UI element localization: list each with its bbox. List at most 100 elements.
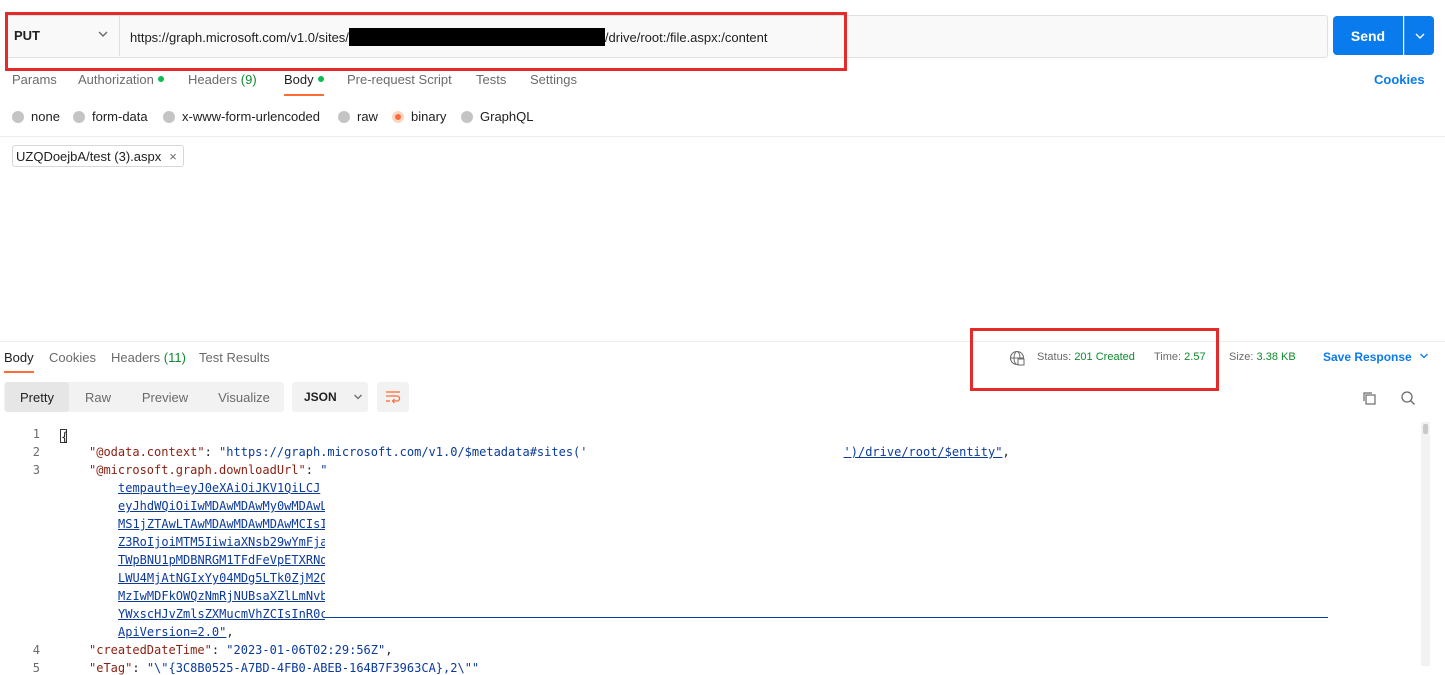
copy-icon[interactable] (1361, 390, 1377, 406)
tab-label: Authorization (78, 72, 154, 87)
json-string: "https://graph.microsoft.com/v1.0/$metad… (219, 445, 588, 459)
download-url-line[interactable]: MzIwMDFkOWQzNmRjNUBsaXZlLmNvb (118, 589, 328, 603)
code-line: { (60, 427, 69, 444)
json-string: " (320, 463, 328, 477)
radio-label: raw (357, 109, 378, 124)
download-url-line[interactable]: ApiVersion=2.0" (118, 625, 226, 639)
size-label: Size: (1229, 351, 1254, 363)
download-url-line[interactable]: MS1jZTAwLTAwMDAwMDAwMDAwMCIsI (118, 517, 328, 531)
json-link[interactable]: ')/drive/root/$entity" (844, 445, 1003, 459)
code-line: "createdDateTime": "2023-01-06T02:29:56Z… (89, 643, 393, 657)
view-raw-button[interactable]: Raw (70, 382, 126, 412)
download-url-line[interactable]: eyJhdWQiOiIwMDAwMDAwMy0wMDAwL (118, 499, 328, 513)
line-number: 3 (32, 463, 40, 477)
code-line: "@microsoft.graph.downloadUrl": " (89, 463, 328, 477)
json-string: "\"{3C8B0525-A7BD-4FB0-ABEB-164B7F3963CA… (146, 661, 480, 675)
cookies-link[interactable]: Cookies (1374, 72, 1425, 87)
status-dot (317, 76, 324, 82)
scrollbar-thumb[interactable] (1423, 424, 1428, 434)
save-response-label: Save Response (1323, 350, 1412, 364)
chevron-down-icon (1420, 353, 1429, 359)
radio-circle (12, 110, 24, 123)
format-select[interactable]: JSON (292, 382, 368, 412)
view-pretty-button[interactable]: Pretty (5, 382, 69, 412)
divider (0, 136, 1445, 137)
download-url-line[interactable]: TWpBNU1pMDBNRGM1TFdFeVpETXRNd (118, 553, 328, 567)
wrap-lines-button[interactable] (377, 382, 409, 412)
radio-urlencoded[interactable]: x-www-form-urlencoded (163, 109, 320, 124)
size-readout: Size: 3.38 KB (1229, 351, 1296, 363)
radio-label: x-www-form-urlencoded (182, 109, 320, 124)
size-value: 3.38 KB (1256, 351, 1296, 363)
vertical-scrollbar[interactable] (1421, 422, 1430, 666)
text-cursor: { (60, 429, 69, 444)
url-underline (325, 617, 1328, 618)
radio-graphql[interactable]: GraphQL (461, 109, 533, 124)
tab-params[interactable]: Params (12, 72, 57, 87)
file-name: UZQDoejbA/test (3).aspx (16, 148, 162, 164)
download-url-line[interactable]: LWU4MjAtNGIxYy04MDg5LTk0ZjM2O (118, 571, 328, 585)
response-tab-headers[interactable]: Headers (11) (111, 350, 186, 365)
active-tab-indicator (4, 371, 34, 373)
tab-tests[interactable]: Tests (476, 72, 506, 87)
radio-circle (73, 110, 85, 123)
line-number: 1 (32, 427, 40, 441)
radio-label: GraphQL (480, 109, 534, 124)
chevron-down-icon (1415, 33, 1424, 39)
line-number: 5 (32, 661, 40, 675)
highlight-box (970, 328, 1219, 391)
divider (0, 341, 1445, 342)
close-icon[interactable]: × (169, 149, 177, 164)
selected-file-chip: UZQDoejbA/test (3).aspx × (12, 145, 184, 167)
redacted-region (325, 478, 1415, 622)
status-dot (157, 76, 164, 82)
radio-circle-selected (392, 110, 404, 123)
radio-form-data[interactable]: form-data (73, 109, 148, 124)
json-key: "eTag" (89, 661, 133, 675)
json-key: "@microsoft.graph.downloadUrl" (89, 463, 306, 477)
tab-label: Body (284, 72, 314, 87)
radio-none[interactable]: none (12, 109, 60, 124)
search-icon[interactable] (1400, 390, 1416, 406)
line-number: 4 (32, 643, 40, 657)
code-line: "@odata.context": "https://graph.microso… (89, 445, 1010, 459)
radio-circle (338, 110, 350, 123)
tab-body[interactable]: Body (284, 72, 324, 87)
radio-label: binary (411, 109, 447, 124)
tab-headers[interactable]: Headers (9) (188, 72, 257, 87)
tab-prerequest-script[interactable]: Pre-request Script (347, 72, 452, 87)
download-url-line[interactable]: Z3RoIjoiMTM5IiwiaXNsb29wYmFja (118, 535, 328, 549)
radio-binary[interactable]: binary (392, 109, 446, 124)
highlight-box (5, 12, 847, 71)
response-tab-test-results[interactable]: Test Results (199, 350, 270, 365)
format-label: JSON (304, 390, 337, 404)
headers-count: (9) (240, 72, 257, 87)
code-line: "eTag": "\"{3C8B0525-A7BD-4FB0-ABEB-164B… (89, 661, 480, 675)
save-response-button[interactable]: Save Response (1323, 350, 1429, 364)
download-url-line[interactable]: YWxscHJvZmlsZXMucmVhZCIsInR0c (118, 607, 328, 621)
active-tab-indicator (284, 94, 324, 96)
tab-authorization[interactable]: Authorization (78, 72, 164, 87)
json-key: "createdDateTime" (89, 643, 212, 657)
tab-label: Headers (111, 350, 161, 365)
line-number: 2 (32, 445, 40, 459)
tab-settings[interactable]: Settings (530, 72, 577, 87)
response-tab-body[interactable]: Body (4, 350, 34, 365)
send-options-button[interactable] (1404, 16, 1434, 55)
headers-count: (11) (163, 350, 186, 365)
radio-circle (163, 110, 175, 123)
json-key: "@odata.context" (89, 445, 205, 459)
view-preview-button[interactable]: Preview (128, 382, 202, 412)
send-button[interactable]: Send (1333, 16, 1403, 55)
tab-label: Headers (188, 72, 238, 87)
code-line: ApiVersion=2.0", (118, 625, 234, 639)
download-url-line[interactable]: tempauth=eyJ0eXAiOiJKV1QiLCJ (118, 481, 320, 495)
radio-raw[interactable]: raw (338, 109, 378, 124)
chevron-down-icon (353, 394, 362, 400)
json-string: "2023-01-06T02:29:56Z" (226, 643, 386, 657)
wrap-icon (386, 391, 401, 404)
view-visualize-button[interactable]: Visualize (205, 382, 283, 412)
response-tab-cookies[interactable]: Cookies (49, 350, 96, 365)
radio-label: form-data (92, 109, 148, 124)
radio-circle (461, 110, 473, 123)
